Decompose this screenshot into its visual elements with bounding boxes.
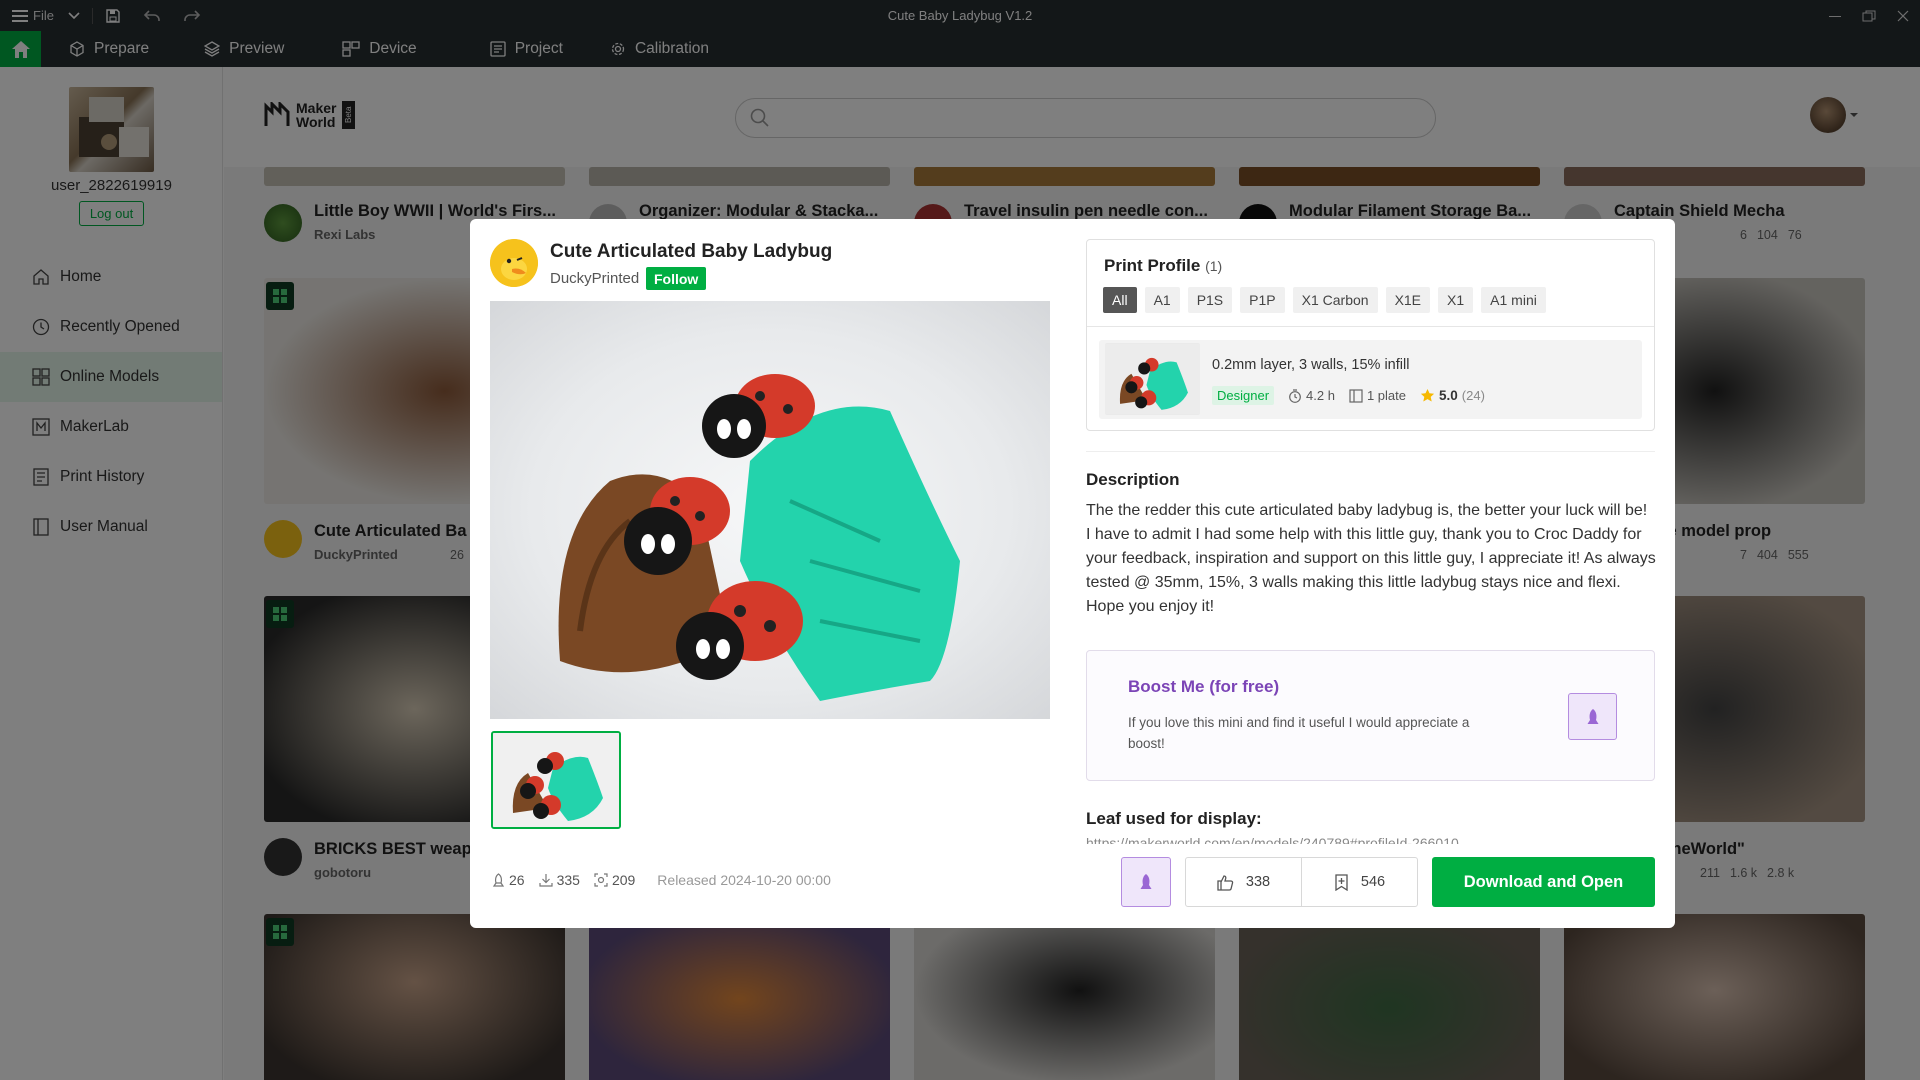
like-button[interactable]: 338 bbox=[1186, 858, 1302, 906]
printer-chip-all[interactable]: All bbox=[1103, 287, 1137, 313]
stat-boosts: 26 bbox=[492, 872, 525, 888]
release-date: Released 2024-10-20 00:00 bbox=[657, 872, 831, 888]
divider bbox=[1086, 451, 1655, 452]
boost-count: 26 bbox=[509, 872, 525, 888]
rocket-icon bbox=[1587, 708, 1598, 724]
print-profile-count: (1) bbox=[1205, 258, 1223, 274]
profile-meta: Designer 4.2 h 1 plate 5.0 (24) bbox=[1212, 386, 1485, 405]
duck-logo-icon bbox=[490, 239, 538, 287]
model-main-image[interactable] bbox=[490, 301, 1050, 719]
print-icon bbox=[594, 873, 608, 887]
plate-icon bbox=[1349, 388, 1363, 403]
designer-badge: Designer bbox=[1212, 386, 1275, 405]
download-icon bbox=[538, 874, 553, 887]
print-time: 4.2 h bbox=[1288, 388, 1335, 403]
star-icon bbox=[1420, 389, 1435, 402]
print-profile-panel: Print Profile (1) All A1 P1S P1P X1 Carb… bbox=[1086, 239, 1655, 431]
rocket-icon bbox=[492, 873, 505, 887]
divider bbox=[1087, 326, 1654, 327]
ladybug-thumbnail bbox=[1105, 343, 1200, 415]
description-heading: Description bbox=[1086, 470, 1180, 489]
printer-chip-x1-carbon[interactable]: X1 Carbon bbox=[1292, 287, 1378, 313]
model-title: Cute Articulated Baby Ladybug bbox=[550, 241, 833, 262]
printer-chip-x1e[interactable]: X1E bbox=[1385, 287, 1431, 313]
leaf-heading: Leaf used for display: bbox=[1086, 809, 1262, 828]
profile-name: 0.2mm layer, 3 walls, 15% infill bbox=[1212, 357, 1410, 373]
boost-title: Boost Me (for free) bbox=[1128, 677, 1280, 696]
collect-count: 546 bbox=[1360, 874, 1386, 890]
description-text: The the redder this cute articulated bab… bbox=[1086, 502, 1656, 615]
timer-icon bbox=[1289, 388, 1301, 403]
plate-count: 1 plate bbox=[1349, 388, 1406, 403]
printer-filter: All A1 P1S P1P X1 Carbon X1E X1 A1 mini bbox=[1103, 287, 1546, 313]
print-time-value: 4.2 h bbox=[1306, 388, 1335, 403]
boost-panel: Boost Me (for free) If you love this min… bbox=[1086, 650, 1655, 781]
model-thumbnail-selected[interactable] bbox=[491, 731, 621, 829]
rating-count: (24) bbox=[1461, 388, 1485, 403]
download-count: 335 bbox=[556, 872, 580, 888]
leaf-link[interactable]: https://makerworld.com/en/models/240789#… bbox=[1086, 835, 1655, 844]
rating: 5.0 (24) bbox=[1420, 388, 1485, 403]
model-detail-dialog: Cute Articulated Baby Ladybug DuckyPrint… bbox=[470, 219, 1675, 928]
bookmark-icon bbox=[1335, 873, 1348, 891]
printer-chip-x1[interactable]: X1 bbox=[1438, 287, 1474, 313]
print-count: 209 bbox=[611, 872, 636, 888]
profile-thumbnail bbox=[1105, 343, 1200, 415]
boost-text: If you love this mini and find it useful… bbox=[1128, 715, 1470, 751]
printer-chip-a1[interactable]: A1 bbox=[1144, 287, 1180, 313]
printer-chip-a1-mini[interactable]: A1 mini bbox=[1481, 287, 1546, 313]
thumbs-up-icon bbox=[1217, 874, 1234, 891]
author-avatar[interactable] bbox=[490, 239, 538, 287]
like-collect-group: 338 546 bbox=[1185, 857, 1418, 907]
download-and-open-button[interactable]: Download and Open bbox=[1432, 857, 1655, 907]
ladybug-thumbnail bbox=[493, 733, 619, 827]
model-author[interactable]: DuckyPrinted bbox=[550, 270, 639, 287]
stat-prints: 209 bbox=[594, 872, 635, 888]
ladybug-photo bbox=[558, 374, 960, 701]
stat-downloads: 335 bbox=[538, 872, 580, 888]
like-count: 338 bbox=[1245, 874, 1271, 890]
boost-action-button[interactable] bbox=[1121, 857, 1171, 907]
printer-chip-p1s[interactable]: P1S bbox=[1187, 287, 1233, 313]
collect-button[interactable]: 546 bbox=[1302, 858, 1417, 906]
rating-value: 5.0 bbox=[1439, 388, 1458, 403]
printer-chip-p1p[interactable]: P1P bbox=[1240, 287, 1285, 313]
plate-count-value: 1 plate bbox=[1366, 388, 1406, 403]
print-profile-heading: Print Profile (1) bbox=[1104, 256, 1222, 276]
model-stats: 26 335 209 Released 2024-10-20 00:00 bbox=[492, 872, 831, 888]
boost-button[interactable] bbox=[1568, 693, 1617, 740]
rocket-icon bbox=[1140, 874, 1152, 889]
follow-button[interactable]: Follow bbox=[646, 267, 707, 290]
print-profile-item[interactable]: 0.2mm layer, 3 walls, 15% infill Designe… bbox=[1099, 340, 1642, 419]
print-profile-title: Print Profile bbox=[1104, 256, 1201, 275]
